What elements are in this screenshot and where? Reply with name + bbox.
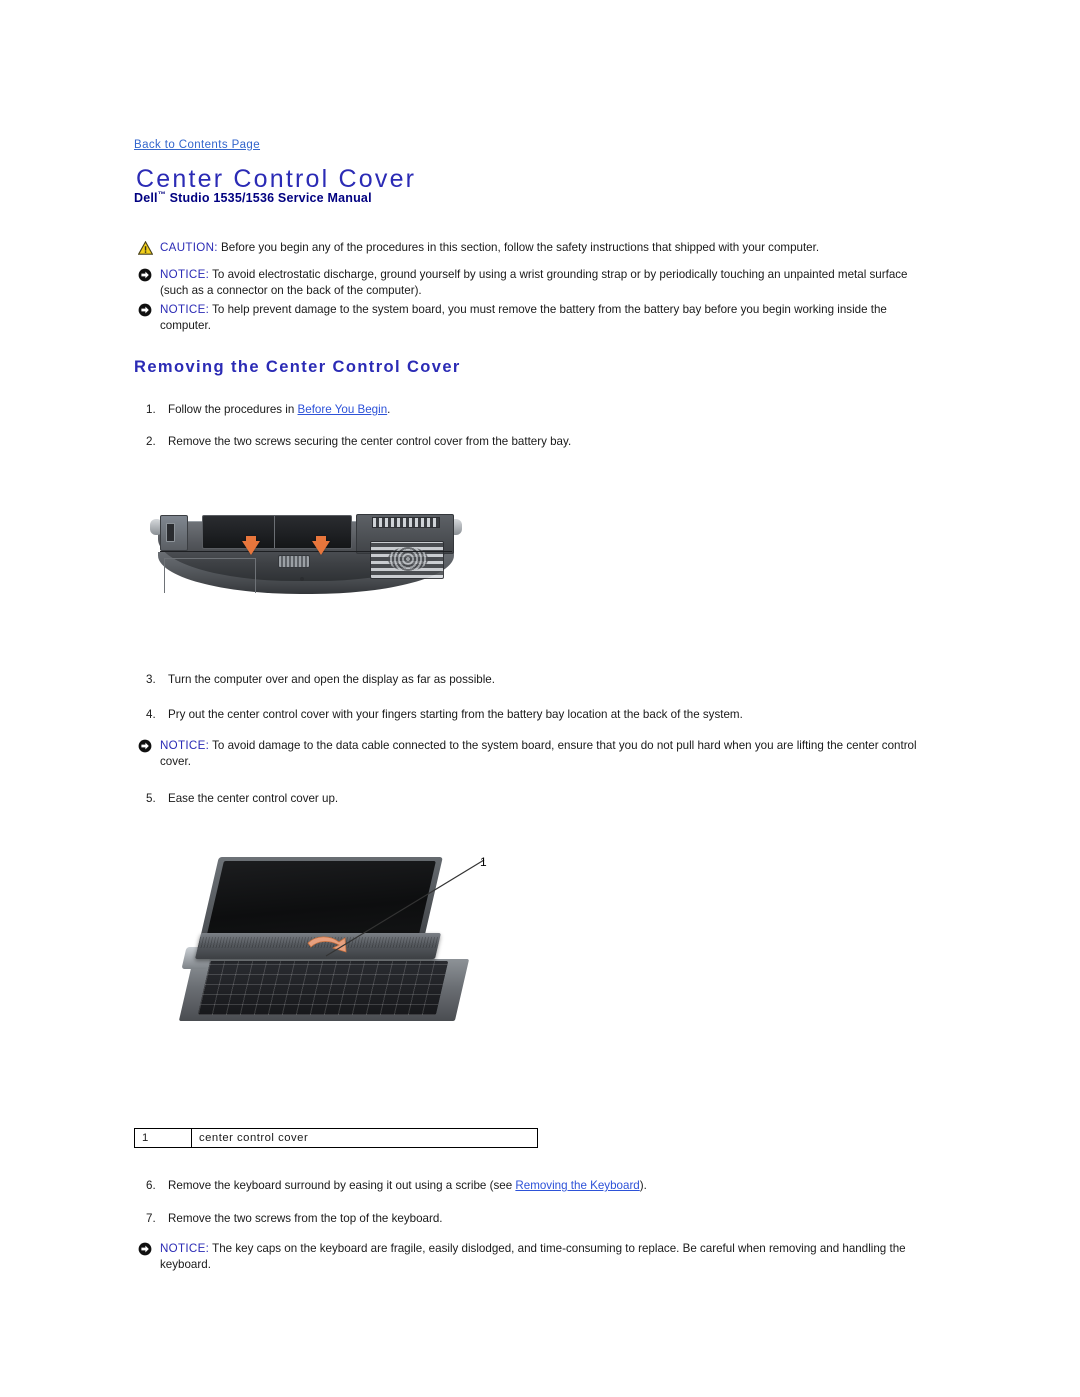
step-number: 4. (146, 708, 156, 721)
bay-divider (274, 516, 275, 548)
step-item-6: 6. Remove the keyboard surround by easin… (146, 1178, 946, 1194)
step-item-3: 3. Turn the computer over and open the d… (146, 672, 926, 688)
step-number: 2. (146, 435, 156, 448)
notice-admonition-4: NOTICE: The key caps on the keyboard are… (138, 1241, 928, 1272)
shell-split-line (160, 551, 452, 552)
notice-circle-arrow-icon (138, 1241, 160, 1256)
service-manual-page: Back to Contents Page Center Control Cov… (0, 0, 1080, 1397)
notice-4-body: The key caps on the keyboard are fragile… (160, 1242, 906, 1271)
figure-legend-table: 1 center control cover (134, 1128, 538, 1148)
caution-triangle-icon (138, 240, 160, 255)
notice-4-keyword: NOTICE: (160, 1242, 210, 1255)
step-item-7: 7. Remove the two screws from the top of… (146, 1211, 946, 1227)
step-1-text-after: . (387, 403, 391, 416)
step-number: 7. (146, 1212, 156, 1225)
shell-screw-dot (300, 577, 304, 581)
door-outline (164, 558, 256, 593)
step-item-1: 1. Follow the procedures in Before You B… (146, 402, 926, 418)
notice-4-text: NOTICE: The key caps on the keyboard are… (160, 1241, 928, 1272)
section-heading: Removing the Center Control Cover (134, 358, 461, 376)
back-to-contents-link[interactable]: Back to Contents Page (134, 139, 260, 151)
keyboard-keys (197, 961, 449, 1015)
step-text: Ease the center control cover up. (168, 792, 339, 805)
caution-text: CAUTION: Before you begin any of the pro… (160, 240, 938, 256)
step-number: 6. (146, 1179, 156, 1192)
removing-the-keyboard-link[interactable]: Removing the Keyboard (515, 1179, 639, 1192)
notice-2-body: To help prevent damage to the system boa… (160, 303, 887, 332)
table-row: 1 center control cover (134, 1128, 538, 1148)
notice-3-text: NOTICE: To avoid damage to the data cabl… (160, 738, 938, 769)
notice-3-body: To avoid damage to the data cable connec… (160, 739, 917, 768)
notice-1-text: NOTICE: To avoid electrostatic discharge… (160, 267, 938, 298)
center-control-cover-removal-photo (178, 855, 498, 1050)
step-item-5: 5. Ease the center control cover up. (146, 791, 926, 807)
step-6-text-before: Remove the keyboard surround by easing i… (168, 1179, 516, 1192)
notice-3-keyword: NOTICE: (160, 739, 210, 752)
notice-circle-arrow-icon (138, 267, 160, 282)
step-text: Remove the keyboard surround by easing i… (168, 1178, 946, 1194)
keyboard (197, 961, 449, 1015)
notice-2-text: NOTICE: To help prevent damage to the sy… (160, 302, 928, 333)
step-text: Remove the two screws from the top of th… (168, 1212, 443, 1225)
notice-admonition-2: NOTICE: To help prevent damage to the sy… (138, 302, 928, 333)
step-item-2: 2. Remove the two screws securing the ce… (146, 434, 926, 450)
laptop-bottom-battery-bay-photo (150, 503, 462, 603)
subtitle-model: Studio 1535/1536 Service Manual (165, 191, 372, 206)
trademark-icon: ™ (157, 190, 166, 199)
vent-top (372, 517, 440, 528)
notice-circle-arrow-icon (138, 302, 160, 317)
step-text: Turn the computer over and open the disp… (168, 673, 495, 686)
before-you-begin-link[interactable]: Before You Begin (298, 403, 388, 416)
notice-admonition-3: NOTICE: To avoid damage to the data cabl… (138, 738, 938, 769)
caution-admonition: CAUTION: Before you begin any of the pro… (138, 240, 938, 256)
step-item-4: 4. Pry out the center control cover with… (146, 707, 946, 723)
legend-label: center control cover (191, 1128, 538, 1148)
step-text: Follow the procedures in Before You Begi… (168, 402, 926, 418)
page-subtitle: Dell™ Studio 1535/1536 Service Manual (134, 190, 372, 205)
step-number: 3. (146, 673, 156, 686)
notice-admonition-1: NOTICE: To avoid electrostatic discharge… (138, 267, 938, 298)
subtitle-brand: Dell (134, 191, 158, 206)
step-6-text-after: ). (639, 1179, 647, 1192)
caution-keyword: CAUTION: (160, 241, 218, 254)
callout-number-1: 1 (480, 855, 487, 869)
legend-number: 1 (134, 1128, 192, 1148)
callout-leader-line (325, 859, 485, 957)
caution-body: Before you begin any of the procedures i… (217, 241, 820, 254)
arrow-indicator-1 (242, 536, 260, 555)
step-number: 1. (146, 403, 156, 416)
step-text: Pry out the center control cover with yo… (168, 708, 743, 721)
step-number: 5. (146, 792, 156, 805)
notice-1-body: To avoid electrostatic discharge, ground… (160, 268, 908, 297)
step-1-text-before: Follow the procedures in (168, 403, 298, 416)
notice-2-keyword: NOTICE: (160, 303, 210, 316)
step-text: Remove the two screws securing the cente… (168, 435, 572, 448)
arrow-indicator-2 (312, 536, 330, 555)
notice-1-keyword: NOTICE: (160, 268, 210, 281)
battery-latch (278, 555, 310, 568)
left-slot (166, 523, 175, 542)
notice-circle-arrow-icon (138, 738, 160, 753)
